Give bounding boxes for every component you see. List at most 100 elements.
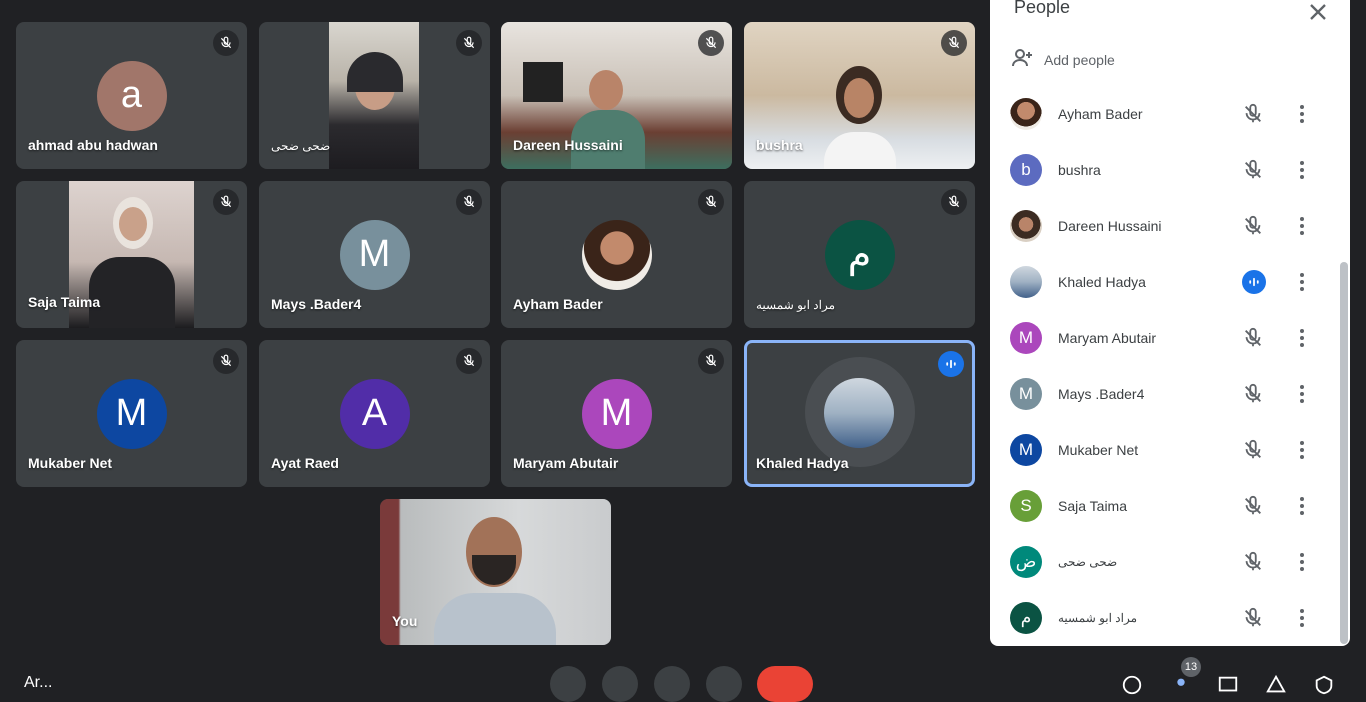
avatar-photo xyxy=(1010,210,1042,242)
mic-off-icon xyxy=(698,189,724,215)
person-add-icon xyxy=(1010,46,1034,73)
more-vert-icon[interactable] xyxy=(1296,550,1308,574)
mic-off-icon xyxy=(698,348,724,374)
video-grid: a ahmad abu hadwan ضحى ضحى Dareen Hussai… xyxy=(0,0,990,683)
participant-tile[interactable]: م مراد ابو شمسيه xyxy=(744,181,975,328)
avatar: M xyxy=(1010,434,1042,466)
avatar-photo xyxy=(823,377,894,448)
more-vert-icon[interactable] xyxy=(1296,158,1308,182)
meeting-code: Ar... xyxy=(24,674,53,691)
avatar-photo xyxy=(1010,98,1042,130)
participant-name: Saja Taima xyxy=(28,294,101,310)
mic-off-icon[interactable] xyxy=(1242,551,1264,573)
avatar: ض xyxy=(1010,546,1042,578)
mic-off-icon xyxy=(698,30,724,56)
participant-name: مراد ابو شمسيه xyxy=(1058,611,1138,625)
people-panel: People Add people Ayham Bader b bushra D… xyxy=(990,0,1350,646)
host-controls-icon[interactable] xyxy=(1313,674,1335,696)
participant-tile[interactable]: bushra xyxy=(744,22,975,169)
participant-tile-active-speaker[interactable]: Khaled Hadya xyxy=(744,340,975,487)
participant-name: Ayham Bader xyxy=(513,296,603,312)
mic-off-icon[interactable] xyxy=(1242,103,1264,125)
participant-name: Mukaber Net xyxy=(1058,442,1139,458)
more-vert-icon[interactable] xyxy=(1296,438,1308,462)
self-view-tile[interactable]: You xyxy=(380,499,611,645)
leave-call-button[interactable] xyxy=(757,666,813,702)
mic-off-icon xyxy=(456,30,482,56)
participant-list: Ayham Bader b bushra Dareen Hussaini Kha… xyxy=(990,86,1340,646)
participant-row[interactable]: Dareen Hussaini xyxy=(990,198,1340,254)
avatar: a xyxy=(96,60,167,131)
participant-name: Mays .Bader4 xyxy=(271,296,362,312)
participant-row[interactable]: Ayham Bader xyxy=(990,86,1340,142)
mic-off-icon xyxy=(941,189,967,215)
close-icon[interactable] xyxy=(1304,0,1332,26)
more-vert-icon[interactable] xyxy=(1296,214,1308,238)
participant-row[interactable]: م مراد ابو شمسيه xyxy=(990,590,1340,646)
mic-off-icon[interactable] xyxy=(1242,327,1264,349)
mic-off-icon xyxy=(213,348,239,374)
panel-scrollbar[interactable] xyxy=(1340,262,1348,644)
avatar-photo xyxy=(1010,266,1042,298)
panel-title: People xyxy=(1014,0,1071,17)
more-vert-icon[interactable] xyxy=(1296,606,1308,630)
avatar: b xyxy=(1010,154,1042,186)
avatar: M xyxy=(96,378,167,449)
camera-button[interactable] xyxy=(602,666,638,702)
mic-off-icon xyxy=(213,30,239,56)
more-vert-icon[interactable] xyxy=(1296,326,1308,350)
participant-name: Saja Taima xyxy=(1058,498,1128,514)
chat-icon[interactable] xyxy=(1217,674,1239,696)
more-vert-icon[interactable] xyxy=(1296,270,1308,294)
participant-tile[interactable]: ضحى ضحى xyxy=(259,22,490,169)
participant-tile[interactable]: M Mukaber Net xyxy=(16,340,247,487)
participant-name: Maryam Abutair xyxy=(513,455,619,471)
participant-tile[interactable]: A Ayat Raed xyxy=(259,340,490,487)
avatar-photo xyxy=(581,219,652,290)
add-people-label: Add people xyxy=(1044,51,1115,68)
participant-row[interactable]: ض ضحى ضحى xyxy=(990,534,1340,590)
participant-tile[interactable]: a ahmad abu hadwan xyxy=(16,22,247,169)
participant-name: Dareen Hussaini xyxy=(513,137,623,153)
participant-row[interactable]: M Mays .Bader4 xyxy=(990,366,1340,422)
avatar: M xyxy=(339,219,410,290)
participant-name: You xyxy=(392,613,418,629)
mic-off-icon xyxy=(456,189,482,215)
activities-icon[interactable] xyxy=(1265,674,1287,696)
participant-row[interactable]: S Saja Taima xyxy=(990,478,1340,534)
participant-row[interactable]: M Maryam Abutair xyxy=(990,310,1340,366)
avatar: A xyxy=(339,378,410,449)
audio-levels-icon xyxy=(1242,270,1266,294)
present-button[interactable] xyxy=(654,666,690,702)
mic-off-icon[interactable] xyxy=(1242,383,1264,405)
avatar: م xyxy=(824,219,895,290)
mic-off-icon[interactable] xyxy=(1242,159,1264,181)
video-feed xyxy=(329,22,419,169)
participant-name: ahmad abu hadwan xyxy=(28,137,158,153)
participant-name: Khaled Hadya xyxy=(1058,274,1146,290)
more-vert-icon[interactable] xyxy=(1296,102,1308,126)
mic-off-icon[interactable] xyxy=(1242,439,1264,461)
mic-off-icon xyxy=(941,30,967,56)
participant-tile[interactable]: Saja Taima xyxy=(16,181,247,328)
info-icon[interactable] xyxy=(1121,674,1143,696)
people-icon[interactable] xyxy=(1170,674,1192,696)
participant-row[interactable]: b bushra xyxy=(990,142,1340,198)
mic-button[interactable] xyxy=(550,666,586,702)
mic-off-icon[interactable] xyxy=(1242,495,1264,517)
participant-row[interactable]: Khaled Hadya xyxy=(990,254,1340,310)
participant-tile[interactable]: M Maryam Abutair xyxy=(501,340,732,487)
mic-off-icon[interactable] xyxy=(1242,215,1264,237)
mic-off-icon[interactable] xyxy=(1242,607,1264,629)
add-people-button[interactable]: Add people xyxy=(1010,46,1115,73)
avatar: M xyxy=(581,378,652,449)
more-options-button[interactable] xyxy=(706,666,742,702)
participant-tile[interactable]: Dareen Hussaini xyxy=(501,22,732,169)
participant-name: Maryam Abutair xyxy=(1058,330,1157,346)
participant-tile[interactable]: M Mays .Bader4 xyxy=(259,181,490,328)
avatar: M xyxy=(1010,322,1042,354)
more-vert-icon[interactable] xyxy=(1296,494,1308,518)
more-vert-icon[interactable] xyxy=(1296,382,1308,406)
participant-row[interactable]: M Mukaber Net xyxy=(990,422,1340,478)
participant-tile[interactable]: Ayham Bader xyxy=(501,181,732,328)
